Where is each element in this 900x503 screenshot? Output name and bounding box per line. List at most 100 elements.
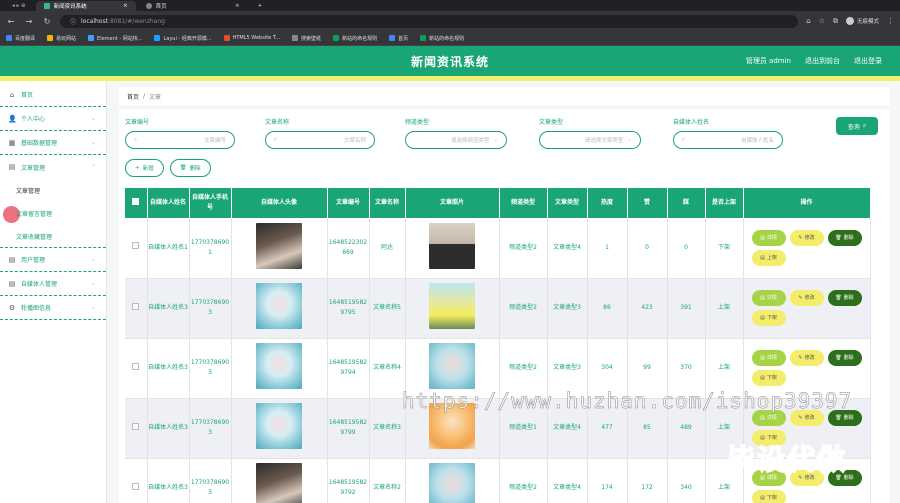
detail-button[interactable]: ▤ 详情: [751, 290, 786, 306]
delete-button[interactable]: 🗑 删除: [827, 350, 862, 366]
filter-article-type: 文章类型 请选择文章类型 ⌄: [539, 117, 641, 149]
back-to-front-link[interactable]: 退出到前台: [805, 56, 840, 66]
bookmark[interactable]: HTML5 Website T...: [223, 35, 280, 41]
sidebar-item-home[interactable]: ⌂ 首页: [0, 83, 106, 107]
media-name-input[interactable]: ⌕ 自媒体人姓名: [673, 131, 783, 149]
cell-article-title: 文章名称4: [369, 338, 406, 399]
detail-label: 详情: [766, 355, 777, 361]
new-tab-icon[interactable]: +: [250, 1, 271, 11]
document-icon: ▤: [760, 495, 765, 501]
profile-label: 无痕模式: [856, 19, 879, 25]
logout-link[interactable]: 退出登录: [854, 56, 882, 66]
url-input[interactable]: ⓘ localhost:8081/#/wenzhang: [60, 14, 799, 28]
sidebar-item-label: 轮播图信息: [21, 305, 52, 312]
sidebar-item-carousel[interactable]: ⚙ 轮播图信息 ⌄: [0, 296, 106, 320]
article-no-input[interactable]: ⌕ 文章编号: [125, 131, 235, 149]
reload-icon[interactable]: ↻: [42, 17, 52, 26]
bookmark[interactable]: 易玩网站: [47, 35, 76, 42]
sidebar-subitem-label: 文章收藏管理: [16, 233, 53, 241]
filter-label: 文章类型: [539, 119, 564, 126]
bookmark-icon: [389, 35, 396, 41]
document-icon: ▤: [760, 375, 765, 381]
delete-button[interactable]: 🗑 删除: [827, 290, 862, 306]
edit-button[interactable]: ✎ 修改: [789, 229, 824, 246]
cell-article-photo: [405, 278, 500, 339]
bookmark-label: 搜索壁纸: [301, 35, 322, 42]
bookmark[interactable]: 新站的命名规则: [420, 35, 464, 42]
cell-media-name: 自媒体人姓名3: [147, 458, 190, 503]
menu-icon[interactable]: ⋮: [887, 17, 894, 25]
sidebar-item-profile[interactable]: 👤 个人中心 ⌄: [0, 107, 106, 131]
close-icon[interactable]: ×: [235, 3, 240, 9]
bookmark[interactable]: 搜索壁纸: [292, 35, 321, 42]
table-row: 自媒体人姓名1 17703786901 1648522302869 阿达 频道类…: [125, 218, 871, 279]
row-checkbox[interactable]: [125, 398, 148, 459]
bookmark[interactable]: Element - 网站快...: [88, 35, 142, 42]
bookmark-label: 新站的命名规则: [342, 35, 378, 42]
bookmark[interactable]: 百度翻译: [6, 35, 35, 42]
tab-nav-controls[interactable]: ◂ ▸ ⊕: [4, 1, 34, 11]
cast-icon[interactable]: ⌂: [806, 17, 810, 25]
extension-icon[interactable]: ⧉: [833, 17, 838, 26]
edit-label: 修改: [804, 295, 815, 301]
forward-icon[interactable]: →: [24, 17, 34, 26]
browser-tab-active[interactable]: 新闻资讯系统 ×: [35, 1, 136, 11]
table-header-row: 自媒体人姓名 自媒体人手机号 自媒体人头像 文章编号 文章名称 文章照片 频道类…: [125, 188, 871, 218]
close-icon[interactable]: ×: [123, 3, 128, 9]
delete-label: 删除: [843, 295, 854, 301]
sidebar-subitem-article-manage[interactable]: 文章管理: [0, 179, 106, 202]
profile-button[interactable]: 无痕模式: [845, 17, 879, 25]
publish-toggle-button[interactable]: ▤ 下架: [751, 490, 786, 503]
trash-icon: 🗑: [835, 234, 842, 241]
search-icon: ⌕: [862, 122, 867, 129]
detail-button[interactable]: ▤ 详情: [751, 350, 786, 366]
breadcrumb-home[interactable]: 首页: [127, 92, 139, 101]
add-button[interactable]: + 新增: [125, 159, 164, 177]
sidebar-item-users[interactable]: ▤ 用户管理 ⌄: [0, 248, 106, 272]
add-label: 新增: [142, 166, 154, 172]
row-checkbox[interactable]: [125, 218, 148, 279]
address-bar-row: ← → ↻ ⓘ localhost:8081/#/wenzhang ⌂ ☆ ⧉ …: [0, 11, 900, 31]
sidebar-item-media-users[interactable]: ▤ 自媒体人管理 ⌄: [0, 272, 106, 296]
sidebar-item-basic-data[interactable]: ▦ 基础数据管理 ⌄: [0, 131, 106, 155]
query-button[interactable]: 查询 ⌕: [836, 117, 878, 135]
article-type-select[interactable]: 请选择文章类型 ⌄: [539, 131, 641, 149]
back-icon[interactable]: ←: [6, 17, 16, 26]
publish-toggle-button[interactable]: ▤ 下架: [751, 310, 786, 326]
bookmark[interactable]: 新站的命名规则: [333, 35, 377, 42]
edit-button[interactable]: ✎ 修改: [789, 290, 824, 306]
row-checkbox[interactable]: [125, 338, 148, 399]
detail-button[interactable]: ▤ 详情: [751, 229, 786, 246]
search-icon: ⌕: [134, 136, 138, 143]
bookmark[interactable]: 首页: [389, 35, 408, 42]
article-title-input[interactable]: ⌕ 文章名称: [265, 131, 375, 149]
document-icon: ▤: [8, 163, 16, 171]
cell-dislikes: 0: [667, 218, 706, 279]
bookmark[interactable]: Layui - 经典开源模...: [154, 35, 212, 42]
channel-type-select[interactable]: 请选择频道类型 ⌄: [405, 131, 507, 149]
column-header: 文章类型: [547, 188, 588, 218]
row-checkbox[interactable]: [125, 458, 148, 503]
pencil-icon: ✎: [798, 234, 803, 241]
cell-article-title: 文章名称5: [369, 278, 406, 339]
publish-toggle-button[interactable]: ▤ 上架: [751, 249, 786, 266]
sidebar-subitem-favorites[interactable]: 文章收藏管理: [0, 225, 106, 248]
row-checkbox[interactable]: [125, 278, 148, 339]
checkbox-box: [132, 362, 140, 370]
star-icon[interactable]: ☆: [819, 17, 825, 25]
sidebar-item-articles[interactable]: ▤ 文章管理 ⌃: [0, 155, 106, 179]
delete-button[interactable]: 🗑 删除: [827, 229, 862, 246]
sidebar-subitem-comments[interactable]: 文章留言管理: [0, 202, 106, 225]
avatar-image: [256, 222, 302, 269]
edit-button[interactable]: ✎ 修改: [789, 350, 824, 366]
browser-tab[interactable]: 首页 ×: [138, 1, 248, 11]
chevron-up-icon: ⌃: [90, 163, 96, 171]
article-photo: [429, 343, 475, 390]
select-all-checkbox[interactable]: [125, 188, 148, 218]
bulk-delete-button[interactable]: 🗑 删除: [169, 159, 211, 177]
bookmarks-bar: 百度翻译 易玩网站 Element - 网站快... Layui - 经典开源模…: [0, 31, 900, 46]
publish-toggle-button[interactable]: ▤ 下架: [751, 370, 786, 386]
chevron-down-icon: ⌄: [493, 137, 498, 143]
column-header: 自媒体人姓名: [147, 188, 190, 218]
cell-media-name: 自媒体人姓名3: [147, 338, 190, 399]
